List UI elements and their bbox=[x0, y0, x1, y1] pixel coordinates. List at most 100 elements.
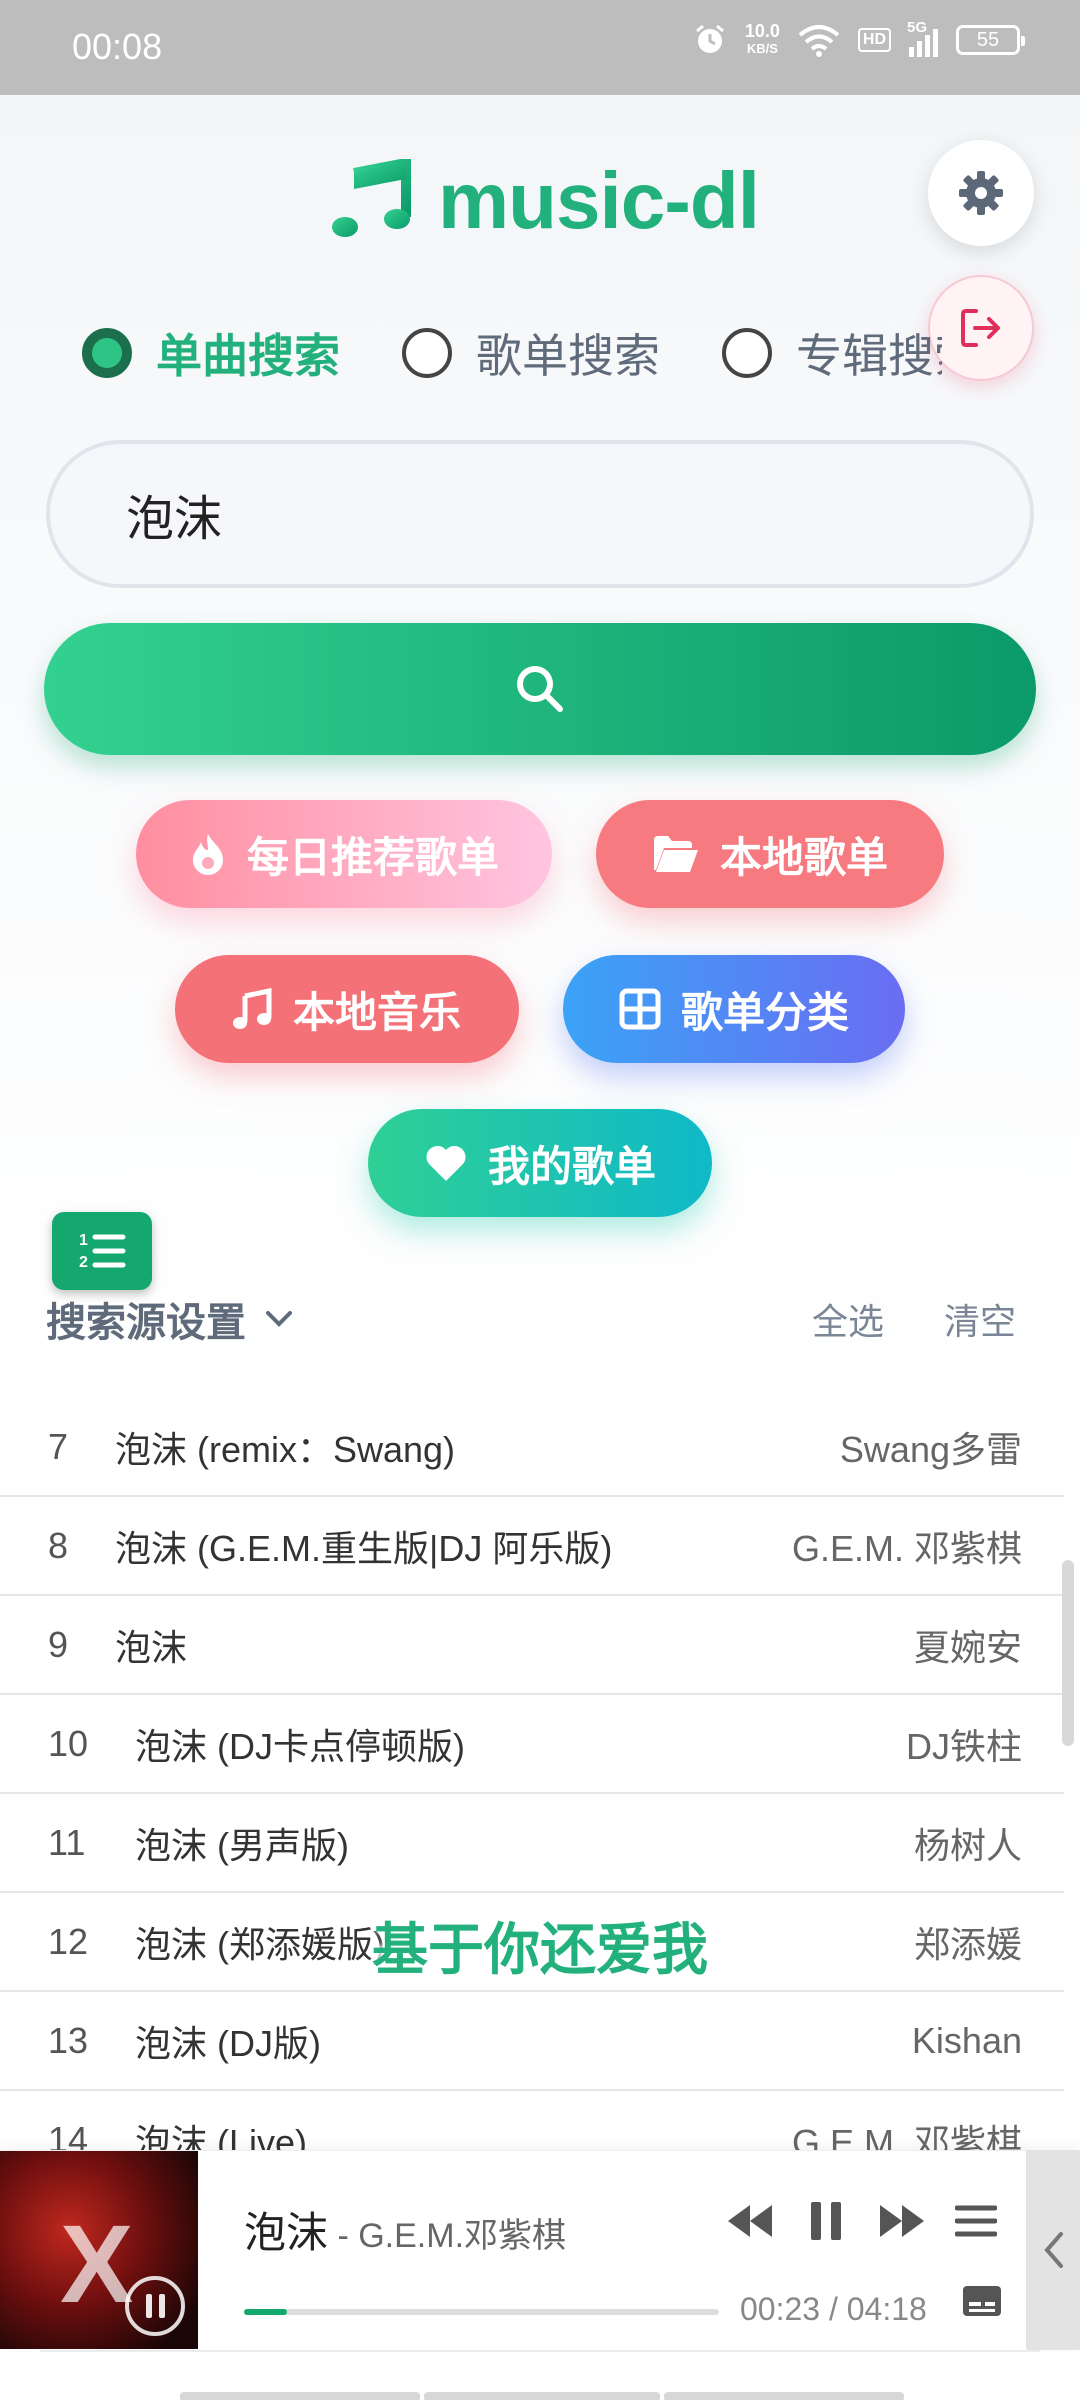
music-note-icon bbox=[332, 159, 411, 237]
folder-open-icon bbox=[653, 836, 698, 872]
select-all-button[interactable]: 全选 bbox=[812, 1293, 884, 1345]
svg-text:1: 1 bbox=[79, 1232, 88, 1249]
ordered-list-button[interactable]: 1 2 bbox=[52, 1212, 152, 1290]
nav-segment bbox=[664, 2392, 904, 2400]
app-title: music-dl bbox=[438, 156, 760, 245]
result-artist: 夏婉安 bbox=[913, 1626, 1022, 1668]
radio-circle[interactable] bbox=[402, 328, 452, 378]
result-number: 13 bbox=[48, 2019, 89, 2061]
search-results-list: 7 泡沫 (remix：Swang) Swang多雷 8 泡沫 (G.E.M.重… bbox=[0, 1400, 1064, 2150]
radio-label: 专辑搜索 bbox=[796, 329, 942, 383]
svg-text:2: 2 bbox=[79, 1254, 88, 1271]
radio-single-search[interactable]: 单曲搜索 bbox=[82, 320, 340, 386]
cover-pause-icon[interactable] bbox=[125, 2276, 185, 2336]
gear-icon bbox=[959, 171, 1003, 215]
result-artist: Swang多雷 bbox=[839, 1428, 1022, 1470]
hd-badge: HD bbox=[857, 28, 891, 52]
result-number: 7 bbox=[48, 1425, 69, 1467]
radio-label: 单曲搜索 bbox=[156, 329, 340, 383]
result-title: 泡沫 (DJ卡点停顿版) bbox=[135, 1725, 465, 1767]
pause-icon bbox=[811, 2202, 841, 2240]
chevron-left-icon bbox=[1044, 2232, 1063, 2268]
playback-progress[interactable] bbox=[244, 2309, 719, 2315]
speed-value: 10.0 bbox=[744, 21, 780, 41]
search-input[interactable]: 泡沫 bbox=[46, 440, 1034, 588]
next-button[interactable] bbox=[872, 2191, 932, 2251]
local-music-label: 本地音乐 bbox=[292, 987, 461, 1037]
result-artist: 杨树人 bbox=[913, 1824, 1022, 1866]
local-playlist-label: 本地歌单 bbox=[719, 832, 888, 882]
search-mode-group: 单曲搜索 歌单搜索 专辑搜索 bbox=[82, 320, 942, 386]
result-row[interactable]: 11 泡沫 (男声版) 杨树人 bbox=[0, 1794, 1064, 1893]
now-playing-title: 泡沫 bbox=[244, 2208, 329, 2257]
result-row[interactable]: 10 泡沫 (DJ卡点停顿版) DJ铁柱 bbox=[0, 1695, 1064, 1794]
daily-recommend-button[interactable]: 每日推荐歌单 bbox=[136, 800, 552, 908]
search-button[interactable] bbox=[44, 623, 1036, 755]
daily-recommend-label: 每日推荐歌单 bbox=[246, 832, 499, 882]
result-number: 9 bbox=[48, 1623, 69, 1665]
search-source-row: 搜索源设置 全选 清空 bbox=[46, 1290, 1036, 1348]
floating-lyric: 基于你还爱我 bbox=[372, 1918, 708, 1983]
player-bar: X 泡沫 - G.E.M.邓紫棋 00:23 / 04:18 bbox=[0, 2150, 1080, 2350]
album-cover[interactable]: X bbox=[0, 2151, 198, 2349]
heart-icon bbox=[426, 1145, 466, 1181]
pause-button[interactable] bbox=[796, 2191, 856, 2251]
progress-fill bbox=[244, 2309, 287, 2315]
search-icon bbox=[517, 666, 563, 712]
network-speed: 10.0 KB/S bbox=[745, 22, 780, 58]
status-time: 00:08 bbox=[72, 26, 163, 67]
result-artist: DJ铁柱 bbox=[906, 1725, 1022, 1767]
speed-unit: KB/S bbox=[746, 41, 778, 56]
local-music-button[interactable]: 本地音乐 bbox=[175, 955, 519, 1063]
grid-icon bbox=[619, 988, 661, 1030]
settings-button[interactable] bbox=[928, 140, 1034, 246]
result-title: 泡沫 (男声版) bbox=[135, 1824, 349, 1866]
network-type: 5G bbox=[907, 19, 928, 36]
result-row[interactable]: 9 泡沫 夏婉安 bbox=[0, 1596, 1064, 1695]
source-actions: 全选 清空 bbox=[812, 1293, 1016, 1345]
radio-circle[interactable] bbox=[82, 328, 132, 378]
search-input-value: 泡沫 bbox=[126, 491, 223, 547]
radio-playlist-search[interactable]: 歌单搜索 bbox=[402, 320, 660, 386]
logout-button[interactable] bbox=[928, 275, 1034, 381]
result-row[interactable]: 13 泡沫 (DJ版) Kishan bbox=[0, 1992, 1064, 2091]
local-playlist-button[interactable]: 本地歌单 bbox=[596, 800, 944, 908]
search-source-label: 搜索源设置 bbox=[46, 1300, 246, 1346]
previous-button[interactable] bbox=[720, 2191, 780, 2251]
my-playlist-button[interactable]: 我的歌单 bbox=[368, 1109, 712, 1217]
result-artist: Kishan bbox=[911, 2019, 1022, 2061]
music-icon bbox=[232, 988, 272, 1029]
result-row[interactable]: 8 泡沫 (G.E.M.重生版|DJ 阿乐版) G.E.M. 邓紫棋 bbox=[0, 1497, 1064, 1596]
clear-button[interactable]: 清空 bbox=[944, 1293, 1016, 1345]
lyrics-toggle-button[interactable] bbox=[952, 2271, 1012, 2331]
search-source-toggle[interactable]: 搜索源设置 bbox=[46, 1290, 294, 1348]
result-row[interactable]: 7 泡沫 (remix：Swang) Swang多雷 bbox=[0, 1400, 1064, 1497]
radio-album-search[interactable]: 专辑搜索 bbox=[722, 320, 942, 386]
now-playing: 泡沫 - G.E.M.邓紫棋 bbox=[244, 2199, 566, 2260]
side-panel-toggle[interactable] bbox=[1026, 2150, 1080, 2350]
result-title: 泡沫 bbox=[115, 1626, 188, 1668]
result-number: 8 bbox=[48, 1524, 69, 1566]
result-title: 泡沫 (G.E.M.重生版|DJ 阿乐版) bbox=[115, 1527, 613, 1569]
signal-icon: 5G bbox=[907, 19, 938, 57]
alarm-icon bbox=[695, 24, 724, 53]
radio-label: 歌单搜索 bbox=[476, 329, 660, 383]
previous-icon bbox=[728, 2205, 772, 2237]
fire-icon bbox=[192, 834, 223, 875]
radio-circle[interactable] bbox=[722, 328, 772, 378]
playlist-category-button[interactable]: 歌单分类 bbox=[563, 955, 905, 1063]
status-bar: 00:08 10.0 KB/S HD 5G 55 bbox=[0, 0, 1080, 95]
status-icons: 10.0 KB/S HD 5G 55 bbox=[693, 19, 1025, 58]
playlist-menu-button[interactable] bbox=[946, 2191, 1006, 2251]
nav-segment bbox=[424, 2392, 660, 2400]
cover-art-letter: X bbox=[60, 2203, 134, 2326]
nav-segment bbox=[180, 2392, 420, 2400]
result-artist: G.E.M. 邓紫棋 bbox=[791, 2121, 1022, 2151]
results-scrollbar[interactable] bbox=[1062, 1560, 1074, 1746]
result-row[interactable]: 14 泡沫 (Live) G.E.M. 邓紫棋 bbox=[0, 2091, 1064, 2151]
my-playlist-label: 我的歌单 bbox=[487, 1141, 656, 1191]
chevron-down-icon bbox=[266, 1311, 292, 1327]
wifi-icon bbox=[798, 25, 840, 57]
now-playing-artist: - G.E.M.邓紫棋 bbox=[328, 2217, 567, 2255]
battery-indicator: 55 bbox=[956, 25, 1025, 55]
